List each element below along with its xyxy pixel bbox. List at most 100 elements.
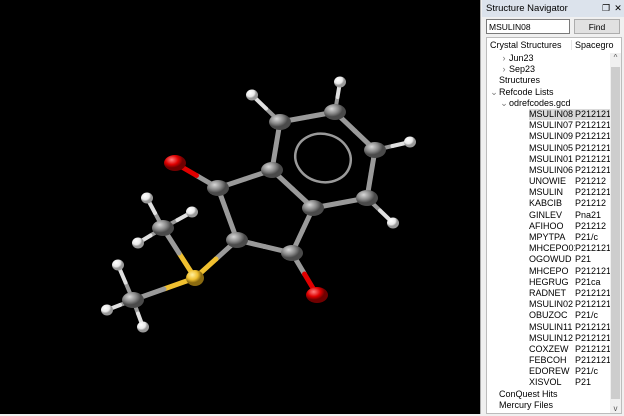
tree-label: Sep23 — [509, 64, 536, 75]
refcode-entry[interactable]: MSULIN12 P212121 — [487, 333, 621, 344]
hydrogen-atom[interactable] — [101, 304, 113, 316]
molecule-structure[interactable] — [0, 0, 481, 414]
molecule-3d-viewer[interactable] — [0, 0, 481, 414]
spacegroup-value: P212121 — [575, 287, 612, 298]
carbon-atom[interactable] — [261, 162, 283, 178]
refcode-entry[interactable]: EDOREW P21/c — [487, 366, 621, 377]
chevron-right-icon[interactable]: › — [499, 53, 509, 64]
carbon-atom[interactable] — [281, 245, 303, 261]
carbon-atom[interactable] — [302, 200, 324, 216]
panel-titlebar: Structure Navigator ❐ ✕ — [482, 0, 624, 17]
refcode-name: MSULIN01 — [529, 153, 574, 164]
spacegroup-value: P212121 — [575, 332, 612, 343]
refcode-entry[interactable]: MSULIN08 P212121 — [487, 108, 621, 121]
float-icon[interactable]: ❐ — [600, 3, 612, 14]
spacegroup-value: P212121 — [575, 142, 612, 153]
refcode-search-input[interactable] — [486, 19, 570, 34]
carbon-atom[interactable] — [207, 180, 229, 196]
refcode-entry[interactable]: AFIHOO P21212 — [487, 221, 621, 232]
tree-item-sep23[interactable]: › Sep23 — [487, 64, 621, 75]
tree-item-refcode-lists[interactable]: ⌄ Refcode Lists — [487, 87, 621, 98]
spacegroup-value: P212121 — [575, 131, 612, 142]
spacegroup-value: P21 — [575, 377, 592, 388]
refcode-entry[interactable]: FEBCOH P212121 — [487, 355, 621, 366]
refcode-name: MHCEPO — [529, 265, 569, 276]
column-header-spacegroup[interactable]: Spacegro — [571, 40, 621, 50]
refcode-entry[interactable]: MPYTPA P21/c — [487, 232, 621, 243]
refcode-entry[interactable]: XISVOL P21 — [487, 377, 621, 388]
tree-label: Refcode Lists — [499, 86, 554, 97]
refcode-entry[interactable]: UNOWIE P21212 — [487, 176, 621, 187]
refcode-name: MHCEPO01 — [529, 243, 575, 254]
refcode-entry[interactable]: MSULIN05 P212121 — [487, 143, 621, 154]
refcode-entry[interactable]: MSULIN06 P212121 — [487, 165, 621, 176]
spacegroup-value: P21212 — [575, 176, 607, 187]
carbon-atom[interactable] — [152, 220, 174, 236]
chevron-right-icon[interactable]: › — [499, 64, 509, 75]
carbon-atom[interactable] — [226, 232, 248, 248]
refcode-entry[interactable]: MSULIN09 P212121 — [487, 131, 621, 142]
spacegroup-value: P212121 — [575, 299, 612, 310]
refcode-entry[interactable]: MSULIN02 P212121 — [487, 299, 621, 310]
chevron-down-icon[interactable]: ⌄ — [499, 98, 509, 109]
find-button[interactable]: Find — [574, 19, 620, 34]
hydrogen-atom[interactable] — [334, 76, 346, 88]
refcode-entry[interactable]: MSULIN01 P212121 — [487, 154, 621, 165]
hydrogen-atom[interactable] — [132, 237, 144, 249]
carbon-atom[interactable] — [356, 190, 378, 206]
column-header-structures[interactable]: Crystal Structures — [487, 40, 571, 50]
refcode-entry[interactable]: GINLEV Pna21 — [487, 210, 621, 221]
refcode-entry[interactable]: HEGRUG P21ca — [487, 277, 621, 288]
refcode-name: MSULIN06 — [529, 164, 574, 175]
refcode-entry[interactable]: MSULIN P212121 — [487, 187, 621, 198]
oxygen-atom[interactable] — [306, 287, 328, 303]
carbon-atom[interactable] — [324, 104, 346, 120]
tree-item-conquest-hits[interactable]: ConQuest Hits — [487, 389, 621, 400]
tree-scrollbar[interactable]: ^ v — [610, 53, 621, 413]
refcode-entry[interactable]: MSULIN07 P212121 — [487, 120, 621, 131]
spacegroup-value: P212121 — [575, 243, 612, 254]
oxygen-atom[interactable] — [164, 155, 186, 171]
refcode-entry[interactable]: COXZEW P212121 — [487, 344, 621, 355]
refcode-entry[interactable]: MHCEPO P212121 — [487, 266, 621, 277]
carbon-atom[interactable] — [269, 114, 291, 130]
hydrogen-atom[interactable] — [112, 259, 124, 271]
refcode-entry[interactable]: MHCEPO01 P212121 — [487, 243, 621, 254]
structure-tree[interactable]: Crystal Structures Spacegro › Jun23 › Sep2… — [486, 37, 622, 414]
aromatic-ring — [293, 132, 353, 184]
refcode-entry[interactable]: MSULIN11 P212121 — [487, 322, 621, 333]
hydrogen-atom[interactable] — [186, 206, 198, 218]
tree-item-mercury-files[interactable]: Mercury Files — [487, 400, 621, 411]
carbon-atom[interactable] — [122, 292, 144, 308]
refcode-entry[interactable]: KABCIB P21212 — [487, 198, 621, 209]
hydrogen-atom[interactable] — [387, 217, 399, 229]
refcode-name: MSULIN07 — [529, 120, 574, 131]
scroll-down-icon[interactable]: v — [610, 404, 621, 413]
scroll-up-icon[interactable]: ^ — [610, 53, 621, 62]
chevron-down-icon[interactable]: ⌄ — [489, 87, 499, 98]
refcode-entry[interactable]: RADNET P212121 — [487, 288, 621, 299]
hydrogen-atom[interactable] — [137, 321, 149, 333]
tree-label: odrefcodes.gcd — [509, 97, 571, 108]
refcode-entry[interactable]: OBUZOC P21/c — [487, 310, 621, 321]
tree-item-jun23[interactable]: › Jun23 — [487, 53, 621, 64]
sulfur-atom[interactable] — [186, 270, 204, 286]
spacegroup-value: P21/c — [575, 232, 599, 242]
scrollbar-thumb[interactable] — [611, 67, 620, 399]
refcode-name: MPYTPA — [529, 232, 566, 242]
refcode-name: MSULIN — [529, 187, 564, 198]
refcode-name: MSULIN02 — [529, 299, 574, 310]
refcode-name: UNOWIE — [529, 176, 566, 187]
close-icon[interactable]: ✕ — [612, 3, 624, 14]
tree-item-structures[interactable]: Structures — [487, 75, 621, 86]
refcode-name: AFIHOO — [529, 220, 564, 231]
hydrogen-atom[interactable] — [404, 136, 416, 148]
spacegroup-value: P212121 — [575, 321, 612, 332]
spacegroup-value: Pna21 — [575, 209, 602, 220]
carbon-atom[interactable] — [364, 142, 386, 158]
refcode-entry[interactable]: OGOWUD P21 — [487, 254, 621, 265]
hydrogen-atom[interactable] — [141, 192, 153, 204]
hydrogen-atom[interactable] — [246, 89, 258, 101]
refcode-name: EDOREW — [529, 366, 570, 377]
tree-item-gcd-file[interactable]: ⌄ odrefcodes.gcd — [487, 98, 621, 109]
